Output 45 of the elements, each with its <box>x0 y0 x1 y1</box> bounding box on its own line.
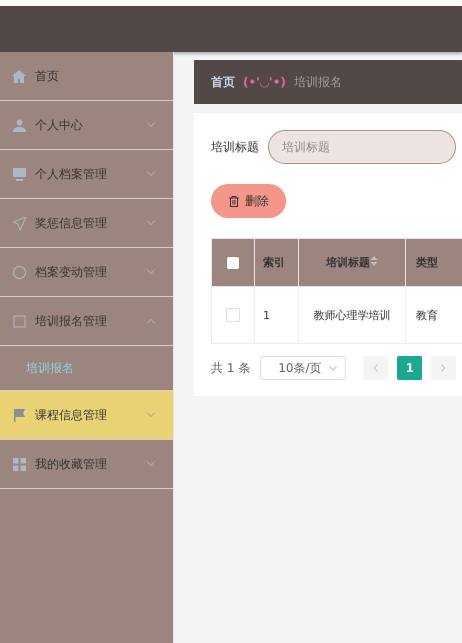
chevron-icon <box>146 461 156 467</box>
sort-icon <box>370 256 378 266</box>
next-page-button[interactable] <box>431 356 456 380</box>
menu-item[interactable]: 首页 <box>0 52 173 101</box>
chevron-icon <box>146 318 156 324</box>
delete-button[interactable]: 删除 <box>211 184 286 218</box>
menu-item[interactable]: 培训报名管理 <box>0 297 173 346</box>
home-icon <box>12 70 26 82</box>
search-field[interactable]: 培训标题 <box>268 130 456 164</box>
chevron-left-icon <box>373 364 378 372</box>
row-checkbox[interactable] <box>226 308 240 322</box>
chevron-icon <box>146 269 156 275</box>
menu-item[interactable]: 我的收藏管理 <box>0 440 173 489</box>
breadcrumb-current: 培训报名 <box>294 74 342 90</box>
previous-page-button[interactable] <box>363 356 388 380</box>
breadcrumb-home[interactable]: 首页 <box>211 74 235 90</box>
user-icon <box>12 118 26 132</box>
flag-icon <box>12 408 26 422</box>
chevron-icon <box>146 220 156 226</box>
square-icon <box>12 314 26 328</box>
menu-item[interactable]: 档案变动管理 <box>0 248 173 297</box>
chevron-icon <box>329 366 338 370</box>
trash-icon <box>229 196 239 206</box>
total-count: 共 1 条 <box>211 360 250 376</box>
chevron-right-icon <box>441 364 446 372</box>
menu-item[interactable]: 奖惩信息管理 <box>0 199 173 248</box>
menu-item[interactable]: 个人中心 <box>0 101 173 150</box>
menu-item[interactable]: 课程信息管理 <box>0 391 173 440</box>
table-cell: 教师心理学培训 <box>298 286 406 344</box>
chevron-icon <box>146 412 156 418</box>
select-all-checkbox[interactable] <box>227 256 239 269</box>
breadcrumb-separator: (•'◡'•) <box>243 75 286 89</box>
column-header: 索引 <box>254 238 298 286</box>
menu-item[interactable]: 个人档案管理 <box>0 150 173 199</box>
grid-icon <box>12 458 26 470</box>
table-cell: 1 <box>254 286 298 344</box>
chevron-icon <box>146 122 156 128</box>
page-button[interactable]: 1 <box>397 356 422 380</box>
column-header[interactable]: 培训标题 <box>298 238 406 286</box>
page-size-select[interactable]: 10条/页 <box>260 356 346 380</box>
column-header: 类型 <box>406 238 462 286</box>
chevron-icon <box>146 171 156 177</box>
search-label: 培训标题 <box>211 138 259 156</box>
send-icon <box>12 216 26 230</box>
monitor-icon <box>12 168 26 180</box>
